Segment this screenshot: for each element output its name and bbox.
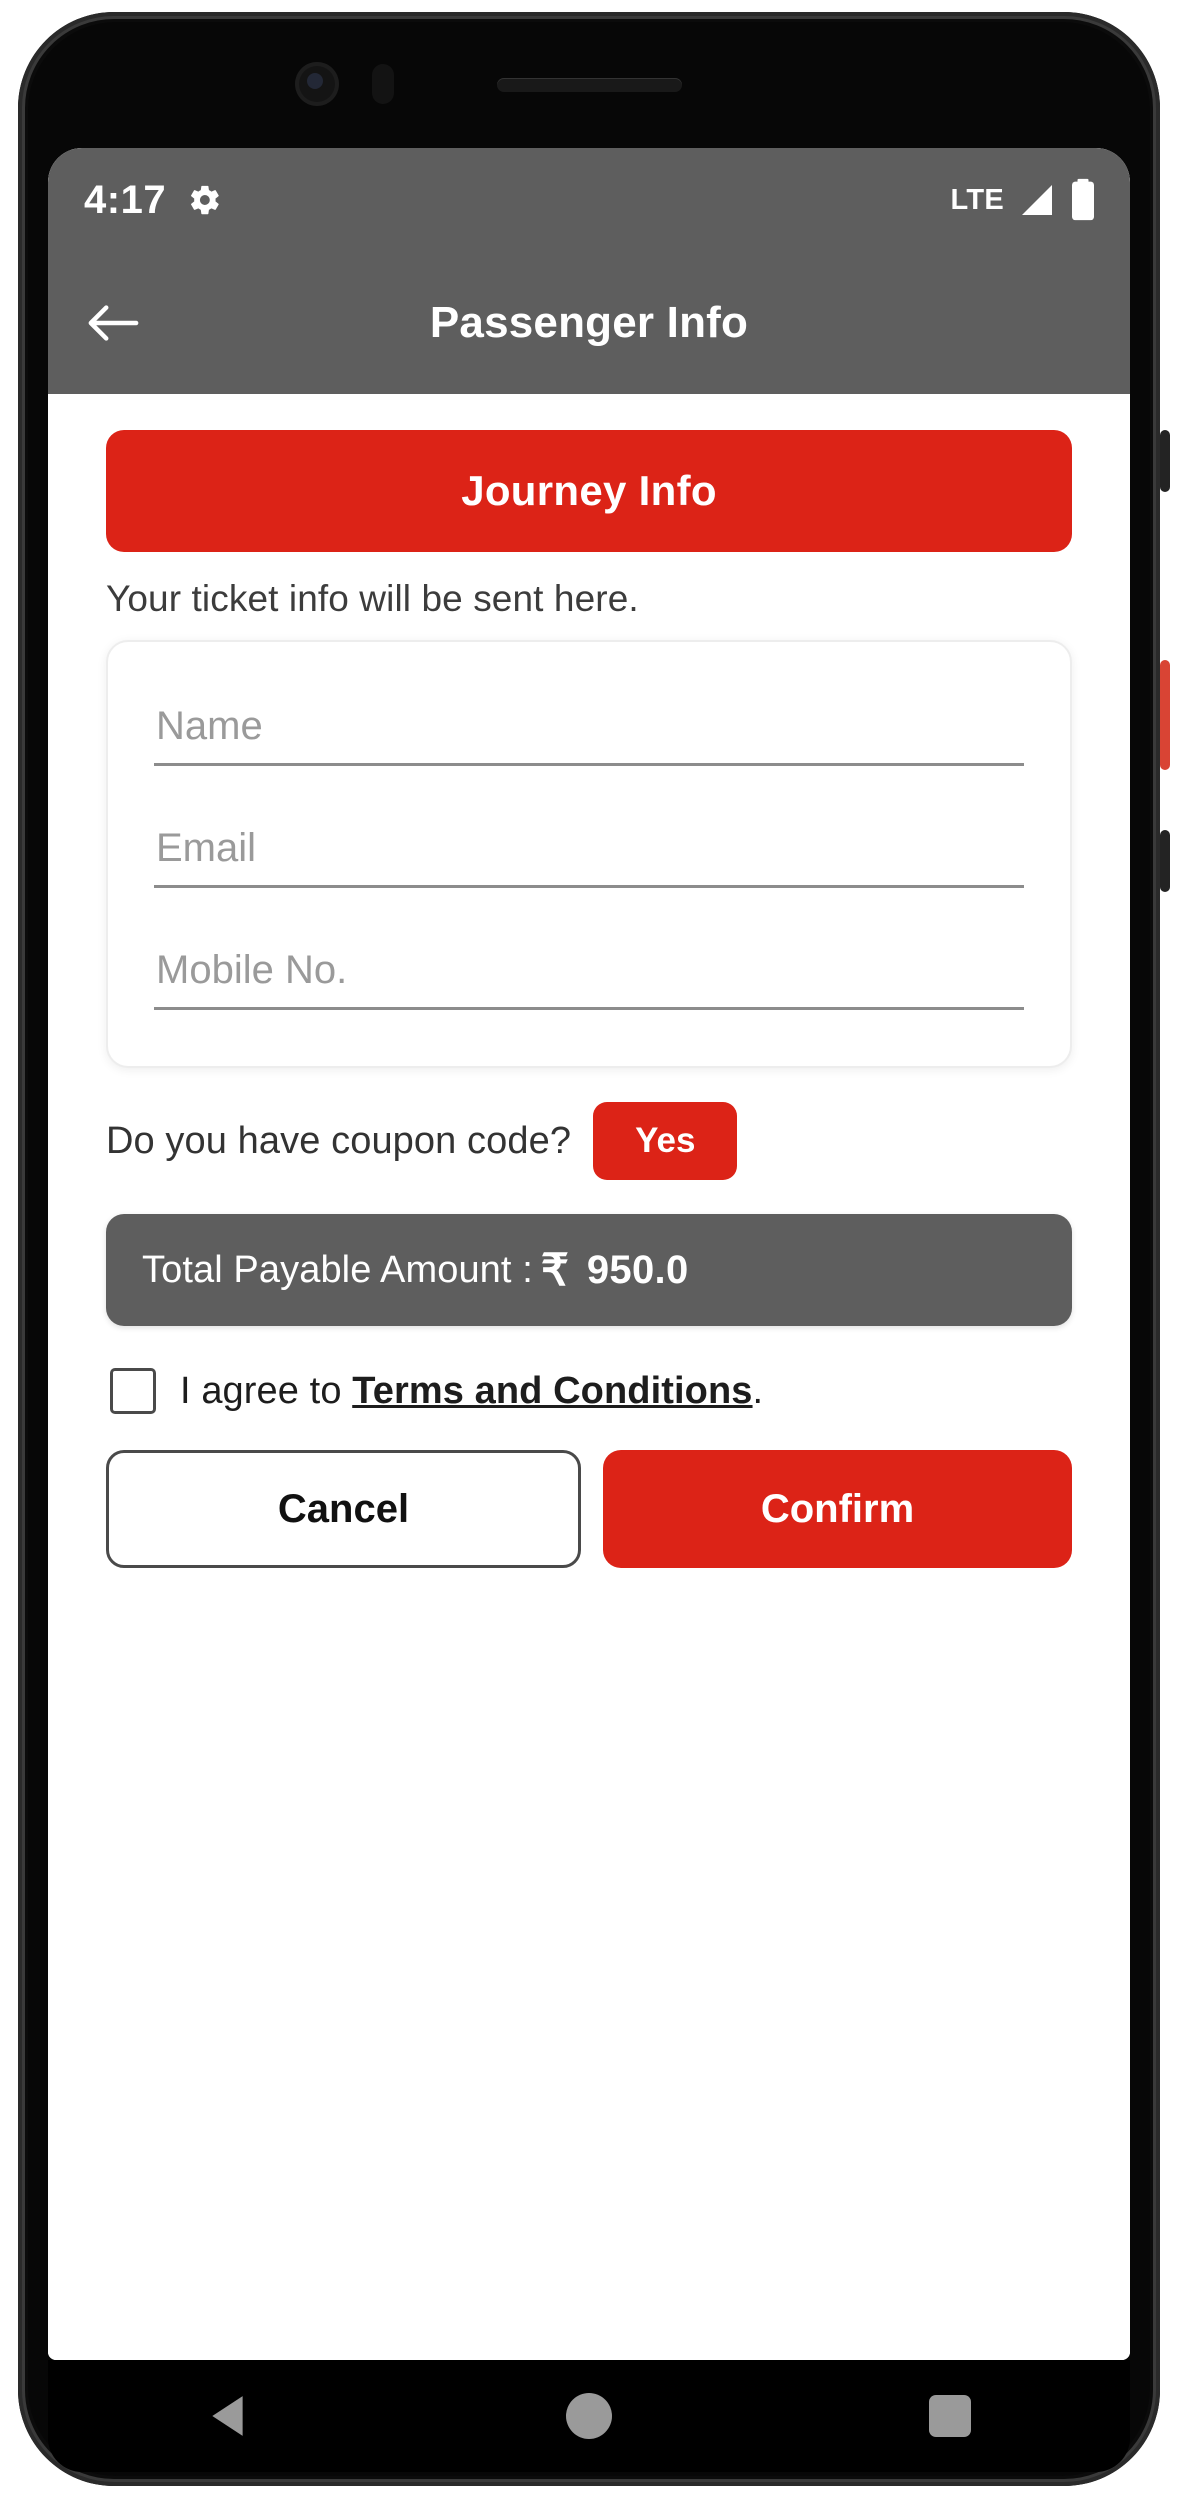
terms-agreement-row: I agree to Terms and Conditions. xyxy=(106,1368,1072,1414)
nav-back-triangle-icon xyxy=(207,2393,249,2439)
confirm-button[interactable]: Confirm xyxy=(603,1450,1072,1568)
status-bar-left: 4:17 xyxy=(84,178,222,223)
nav-home-circle-icon xyxy=(565,2393,612,2439)
coupon-row: Do you have coupon code? Yes xyxy=(106,1102,1072,1180)
phone-screenshot: 4:17 LTE Passenger Info Journey Info You… xyxy=(0,0,1178,2498)
cancel-button[interactable]: Cancel xyxy=(106,1450,581,1568)
terms-prefix: I agree to xyxy=(180,1369,353,1412)
back-button[interactable] xyxy=(74,284,152,362)
terms-checkbox[interactable] xyxy=(110,1368,156,1414)
status-bar: 4:17 LTE xyxy=(48,148,1130,252)
battery-icon xyxy=(1070,178,1096,222)
rupee-symbol-icon: ₹ xyxy=(540,1245,569,1295)
volume-down-button[interactable] xyxy=(1160,830,1170,892)
gear-icon xyxy=(188,183,222,217)
page-title: Passenger Info xyxy=(429,298,749,347)
total-payable-amount: 950.0 xyxy=(586,1247,689,1292)
android-nav-bar xyxy=(48,2360,1130,2472)
back-arrow-icon xyxy=(86,303,140,343)
earpiece-speaker xyxy=(497,78,682,92)
email-field-wrap xyxy=(154,822,1024,888)
app-bar: Passenger Info xyxy=(48,252,1130,394)
terms-text: I agree to Terms and Conditions. xyxy=(180,1370,763,1413)
terms-suffix: . xyxy=(752,1369,764,1412)
mobile-field-wrap xyxy=(154,944,1024,1010)
power-button[interactable] xyxy=(1160,660,1170,770)
action-buttons-row: Cancel Confirm xyxy=(106,1450,1072,1568)
nav-recents-square-icon xyxy=(928,2395,971,2437)
name-input[interactable] xyxy=(154,700,1024,766)
nav-back-button[interactable] xyxy=(158,2371,298,2461)
journey-info-button[interactable]: Journey Info xyxy=(106,430,1072,552)
network-type-label: LTE xyxy=(950,183,1004,216)
signal-bars-icon xyxy=(1017,182,1057,218)
mobile-input[interactable] xyxy=(154,944,1024,1010)
coupon-question-label: Do you have coupon code? xyxy=(106,1119,572,1162)
passenger-form-card xyxy=(106,640,1072,1068)
terms-and-conditions-link[interactable]: Terms and Conditions xyxy=(352,1370,752,1412)
total-payable-label: Total Payable Amount : xyxy=(142,1248,533,1291)
phone-screen: 4:17 LTE Passenger Info Journey Info You… xyxy=(48,148,1130,2360)
nav-home-button[interactable] xyxy=(519,2371,659,2461)
total-payable-bar: Total Payable Amount : ₹ 950.0 xyxy=(106,1214,1072,1326)
ticket-info-note: Your ticket info will be sent here. xyxy=(106,578,639,619)
status-clock: 4:17 xyxy=(84,177,167,222)
front-camera-icon xyxy=(295,62,339,106)
status-bar-right: LTE xyxy=(950,178,1096,222)
name-field-wrap xyxy=(154,700,1024,766)
volume-up-button[interactable] xyxy=(1160,430,1170,492)
nav-recents-button[interactable] xyxy=(880,2371,1020,2461)
coupon-yes-button[interactable]: Yes xyxy=(593,1102,738,1180)
proximity-sensor-icon xyxy=(372,64,394,104)
main-content: Journey Info Your ticket info will be se… xyxy=(48,430,1130,2360)
email-input[interactable] xyxy=(154,822,1024,888)
